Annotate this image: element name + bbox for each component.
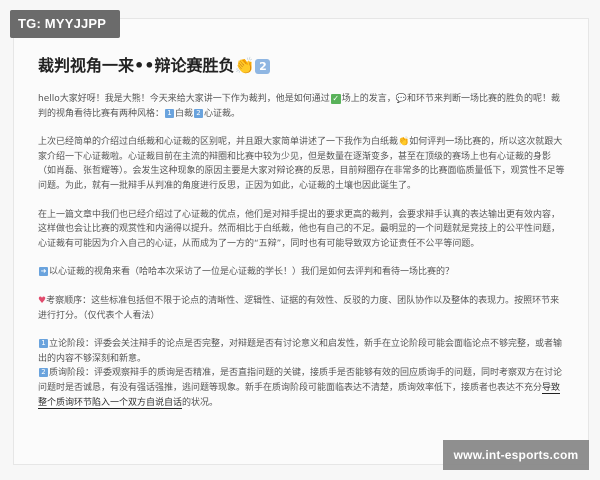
paragraph-3: 在上一篇文章中我们也已经介绍过了心证裁的优点，他们是对辩手提出的要求更高的裁判，… (38, 209, 561, 249)
intro-text-a: hello大家好呀！我是大熊！今天来给大家讲一下作为裁判，他是如何通过 (38, 94, 330, 104)
paragraph-2: 上次已经简单的介绍过白纸裁和心证裁的区别呢，并且跟大家简单讲述了一下我作为白纸裁… (38, 137, 565, 191)
paragraph-5-text: 考察顺序：这些标准包括但不限于论点的清晰性、逻辑性、证据的有效性、反驳的力度、团… (38, 295, 560, 321)
stage-1-text: 立论阶段：评委会关注辩手的论点是否完整，对辩题是否有讨论意义和启发性，新手在立论… (38, 339, 563, 364)
title-rest: 辩论赛胜负 (154, 56, 235, 75)
paragraph-4: ➜ 以心证裁的视角来看（哈哈本次采访了一位是心证裁的学长！）我们是如何去评判和看待… (38, 265, 568, 280)
source-tag: TG: MYYJJPP (10, 10, 120, 38)
number-two-icon: 2 (39, 368, 48, 378)
paragraph-4-text: 以心证裁的视角来看（哈哈本次采访了一位是心证裁的学长！）我们是如何去评判和看待一… (49, 267, 455, 278)
eyes-icon: •• (134, 56, 155, 75)
intro-text-b: 场上的发言， (341, 94, 396, 104)
check-icon: ✓ (330, 93, 341, 104)
right-arrow-icon: ➜ (39, 267, 48, 277)
number-one-icon: 1 (165, 108, 175, 118)
article-title: 裁判视角一来••辩论赛胜负👏 2 (38, 55, 558, 77)
number-two-icon: 2 (255, 59, 271, 74)
heart-icon: ♥ (38, 295, 47, 306)
title-text: 裁判视角一来 (38, 56, 135, 75)
option-conviction-judge: 心证裁。 (204, 108, 241, 119)
number-two-icon: 2 (194, 108, 204, 118)
stage-2-text-c: 的状况。 (182, 397, 219, 408)
paragraph-6: 1 立论阶段：评委会关注辩手的论点是否完整，对辩题是否有讨论意义和启发性，新手在立… (38, 337, 568, 410)
speech-icon: 💬 (395, 94, 407, 104)
paragraph-5: ♥考察顺序：这些标准包括但不限于论点的清晰性、逻辑性、证据的有效性、反驳的力度、… (38, 294, 568, 323)
watermark-badge: www.int-esports.com (443, 440, 589, 470)
stage-2-text-a: 质询阶段：评委观察辩手的质询是否精准，是否直指问题的关键，接质手是否能够有效的回… (38, 368, 563, 393)
clap-hands-icon: 👏 (234, 56, 255, 75)
intro-paragraph: hello大家好呀！我是大熊！今天来给大家讲一下作为裁判，他是如何通过 ✓ 场上的发… (38, 92, 568, 121)
option-white-judge: 白裁 (175, 108, 194, 119)
article-body: hello大家好呀！我是大熊！今天来给大家讲一下作为裁判，他是如何通过 ✓ 场上的发… (38, 92, 568, 417)
number-one-icon: 1 (39, 339, 48, 349)
